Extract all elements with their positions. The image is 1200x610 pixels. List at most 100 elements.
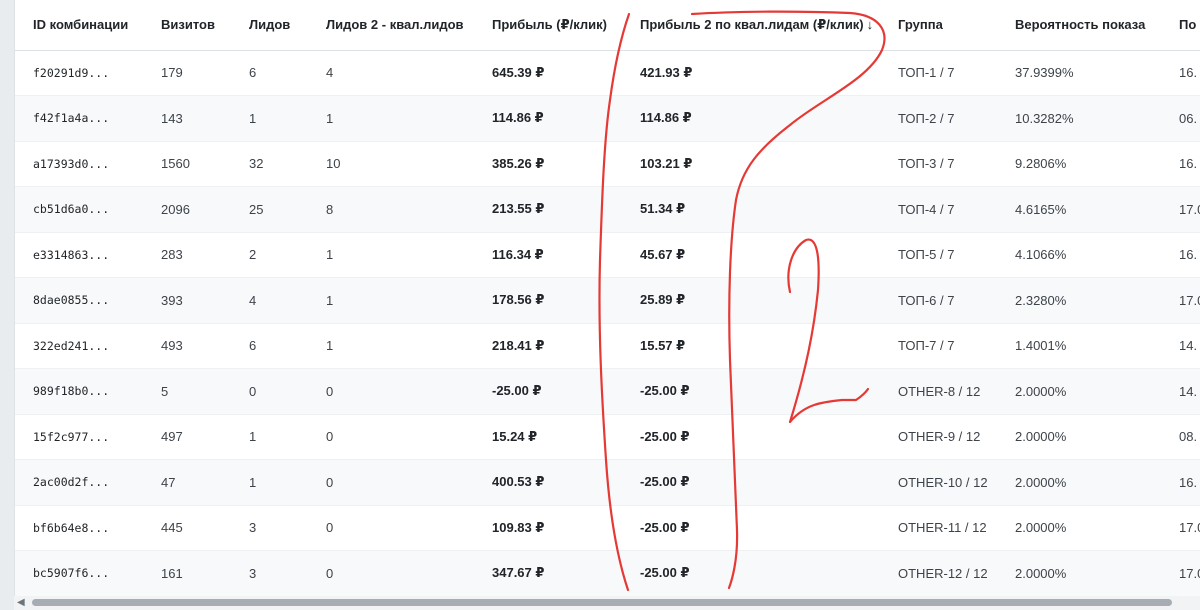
cell-last: 08. (1161, 414, 1200, 460)
cell-last: 16. (1161, 50, 1200, 96)
cell-leads2: 0 (308, 505, 474, 551)
cell-prob: 4.1066% (997, 232, 1161, 278)
cell-prob: 2.0000% (997, 459, 1161, 506)
column-header-profit-qualified[interactable]: Прибыль 2 по квал.лидам (₽/клик) ↓ (622, 0, 880, 51)
table-row[interactable]: 989f18b0... 5 0 0 -25.00 ₽ -25.00 ₽ OTHER-8 / … (15, 368, 1200, 415)
cell-profit: 385.26 ₽ (474, 141, 622, 187)
cell-leads: 25 (231, 186, 308, 233)
cell-visits: 445 (143, 505, 231, 551)
cell-id: 2ac00d2f... (15, 459, 143, 506)
table-row[interactable]: f42f1a4a... 143 1 1 114.86 ₽114.86 ₽ ТОП-2 / … (15, 95, 1200, 142)
combinations-table: ID комбинации Визитов Лидов Лидов 2 - кв… (15, 0, 1200, 597)
table-row[interactable]: cb51d6a0... 2096 25 8 213.55 ₽51.34 ₽ ТОП-4 /… (15, 186, 1200, 233)
cell-last: 16. (1161, 459, 1200, 506)
column-header-leads[interactable]: Лидов (231, 0, 308, 51)
cell-id: cb51d6a0... (15, 186, 143, 233)
cell-profit: -25.00 ₽ (474, 368, 622, 415)
cell-group: ТОП-7 / 7 (880, 323, 997, 369)
cell-visits: 393 (143, 277, 231, 324)
column-header-last[interactable]: По (1161, 0, 1200, 51)
cell-visits: 161 (143, 550, 231, 597)
cell-visits: 283 (143, 232, 231, 278)
cell-leads: 32 (231, 141, 308, 187)
column-header-probability[interactable]: Вероятность показа (997, 0, 1161, 51)
cell-leads: 1 (231, 414, 308, 460)
table-row[interactable]: f20291d9... 179 6 4 645.39 ₽421.93 ₽ ТОП-1 / … (15, 50, 1200, 96)
cell-leads2: 0 (308, 459, 474, 506)
cell-leads: 1 (231, 459, 308, 506)
cell-leads2: 1 (308, 277, 474, 324)
cell-group: OTHER-8 / 12 (880, 368, 997, 415)
column-header-profit[interactable]: Прибыль (₽/клик) (474, 0, 622, 51)
cell-visits: 5 (143, 368, 231, 415)
column-header-qualified-leads[interactable]: Лидов 2 - квал.лидов (308, 0, 474, 51)
cell-visits: 47 (143, 459, 231, 506)
cell-profit2: 51.34 ₽ (622, 186, 880, 233)
cell-leads: 6 (231, 323, 308, 369)
cell-last: 16. (1161, 232, 1200, 278)
column-header-visits[interactable]: Визитов (143, 0, 231, 51)
table-row[interactable]: 15f2c977... 497 1 0 15.24 ₽ -25.00 ₽ OTHER-9 /… (15, 414, 1200, 460)
cell-profit: 400.53 ₽ (474, 459, 622, 506)
cell-profit2: -25.00 ₽ (622, 414, 880, 460)
scrollbar-thumb[interactable] (32, 599, 1172, 606)
cell-leads2: 1 (308, 95, 474, 142)
cell-profit: 15.24 ₽ (474, 414, 622, 460)
cell-profit: 109.83 ₽ (474, 505, 622, 551)
cell-group: ТОП-6 / 7 (880, 277, 997, 324)
cell-profit: 645.39 ₽ (474, 50, 622, 96)
column-header-id[interactable]: ID комбинации (15, 0, 143, 51)
cell-group: OTHER-11 / 12 (880, 505, 997, 551)
cell-id: e3314863... (15, 232, 143, 278)
cell-id: bc5907f6... (15, 550, 143, 597)
table-row[interactable]: e3314863... 283 2 1 116.34 ₽45.67 ₽ ТОП-5 / 7… (15, 232, 1200, 278)
cell-profit: 114.86 ₽ (474, 95, 622, 142)
chevron-left-icon[interactable]: ◀ (17, 597, 25, 608)
cell-prob: 2.0000% (997, 414, 1161, 460)
sort-desc-icon: ↓ (866, 16, 874, 32)
cell-prob: 37.9399% (997, 50, 1161, 96)
cell-prob: 10.3282% (997, 95, 1161, 142)
cell-profit2: 103.21 ₽ (622, 141, 880, 187)
cell-leads2: 10 (308, 141, 474, 187)
cell-profit2: 421.93 ₽ (622, 50, 880, 96)
cell-last: 17.0 (1161, 550, 1200, 597)
cell-profit: 218.41 ₽ (474, 323, 622, 369)
cell-group: ТОП-4 / 7 (880, 186, 997, 233)
cell-id: f42f1a4a... (15, 95, 143, 142)
cell-prob: 1.4001% (997, 323, 1161, 369)
table-row[interactable]: a17393d0... 1560 32 10 385.26 ₽103.21 ₽ ТОП-3… (15, 141, 1200, 187)
cell-id: 322ed241... (15, 323, 143, 369)
table-row[interactable]: 322ed241... 493 6 1 218.41 ₽15.57 ₽ ТОП-7 / 7… (15, 323, 1200, 369)
table-row[interactable]: 2ac00d2f... 47 1 0 400.53 ₽ -25.00 ₽ OTHER-10 … (15, 459, 1200, 506)
cell-group: ТОП-5 / 7 (880, 232, 997, 278)
cell-leads2: 1 (308, 232, 474, 278)
cell-last: 16. (1161, 141, 1200, 187)
table-row[interactable]: bc5907f6... 161 3 0 347.67 ₽ -25.00 ₽ OTHER-12… (15, 550, 1200, 597)
cell-leads2: 0 (308, 550, 474, 597)
cell-leads2: 0 (308, 368, 474, 415)
cell-leads: 2 (231, 232, 308, 278)
cell-leads: 0 (231, 368, 308, 415)
cell-profit2: 25.89 ₽ (622, 277, 880, 324)
cell-prob: 2.0000% (997, 505, 1161, 551)
cell-visits: 2096 (143, 186, 231, 233)
table-row[interactable]: 8dae0855... 393 4 1 178.56 ₽25.89 ₽ ТОП-6 / 7… (15, 277, 1200, 324)
cell-prob: 2.3280% (997, 277, 1161, 324)
cell-visits: 143 (143, 95, 231, 142)
cell-last: 17.0 (1161, 505, 1200, 551)
cell-leads: 4 (231, 277, 308, 324)
cell-leads2: 4 (308, 50, 474, 96)
cell-leads2: 8 (308, 186, 474, 233)
cell-id: f20291d9... (15, 50, 143, 96)
cell-profit: 116.34 ₽ (474, 232, 622, 278)
cell-id: a17393d0... (15, 141, 143, 187)
table-row[interactable]: bf6b64e8... 445 3 0 109.83 ₽ -25.00 ₽ OTHER-11… (15, 505, 1200, 551)
column-header-group[interactable]: Группа (880, 0, 997, 51)
cell-leads: 1 (231, 95, 308, 142)
cell-last: 06. (1161, 95, 1200, 142)
cell-profit2: 114.86 ₽ (622, 95, 880, 142)
cell-visits: 179 (143, 50, 231, 96)
cell-leads: 3 (231, 550, 308, 597)
horizontal-scrollbar[interactable]: ◀ (14, 596, 1200, 610)
